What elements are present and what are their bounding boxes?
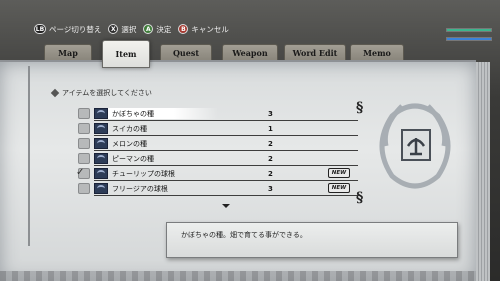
item-slot-icon <box>78 108 90 119</box>
page-bottom-border <box>0 271 476 281</box>
book-emblem-icon <box>379 103 451 189</box>
item-description: かぼちゃの種。畑で育てる事ができる。 <box>181 231 307 239</box>
help-cancel: キャンセル <box>191 24 229 34</box>
help-select: 選択 <box>121 24 137 34</box>
hp-gauge <box>446 28 492 32</box>
item-description-box: かぼちゃの種。畑で育てる事ができる。 <box>166 222 458 258</box>
tab-word-edit[interactable]: Word Edit <box>284 44 346 60</box>
instruction-text: アイテムを選択してください <box>62 89 152 97</box>
tab-memo[interactable]: Memo <box>350 44 404 60</box>
item-name: メロンの種 <box>112 139 147 148</box>
controller-help-bar: LB ページ切り替え X 選択 A 決定 B キャンセル <box>34 22 229 36</box>
scroll-indicator[interactable]: § § <box>356 100 364 210</box>
item-slot-icon <box>78 153 90 164</box>
a-button-icon: A <box>143 24 154 34</box>
tab-item[interactable]: Item <box>102 40 150 68</box>
scroll-top-icon: § <box>356 100 364 116</box>
item-quantity: 2 <box>268 154 273 163</box>
book-binding <box>0 66 30 246</box>
tab-quest[interactable]: Quest <box>160 44 212 60</box>
b-button-icon: B <box>178 24 189 34</box>
seed-bag-icon <box>94 108 108 119</box>
scroll-down-arrow-icon[interactable] <box>222 204 230 208</box>
item-row[interactable]: かぼちゃの種 3 <box>78 106 358 121</box>
menu-tabs: Map Quest Weapon Word Edit Memo Item <box>44 40 404 68</box>
check-icon: ✓ <box>76 167 85 178</box>
item-name: フリージアの球根 <box>112 184 168 193</box>
new-badge: NEW <box>328 183 350 193</box>
seed-bag-icon <box>94 138 108 149</box>
item-row[interactable]: ピーマンの種 2 <box>78 151 358 166</box>
x-button-icon: X <box>108 24 119 34</box>
item-name: スイカの種 <box>112 124 147 133</box>
sp-gauge <box>446 37 492 41</box>
item-slot-icon <box>78 138 90 149</box>
hp-gauge-fill <box>447 29 491 31</box>
scroll-bottom-icon: § <box>356 190 364 206</box>
item-name: チューリップの球根 <box>112 169 175 178</box>
row-divider <box>94 195 358 196</box>
help-page-switch: ページ切り替え <box>49 24 102 34</box>
item-quantity: 2 <box>268 169 273 178</box>
item-quantity: 1 <box>268 124 273 133</box>
bulb-bag-icon <box>94 168 108 179</box>
tab-weapon[interactable]: Weapon <box>222 44 278 60</box>
item-quantity: 2 <box>268 139 273 148</box>
seed-bag-icon <box>94 153 108 164</box>
item-row[interactable]: スイカの種 1 <box>78 121 358 136</box>
item-name: かぼちゃの種 <box>112 109 154 118</box>
bullet-diamond-icon <box>50 88 60 98</box>
tab-map[interactable]: Map <box>44 44 92 60</box>
item-slot-icon <box>78 183 90 194</box>
item-quantity: 3 <box>268 109 273 118</box>
sp-gauge-fill <box>447 38 491 40</box>
lb-button-icon: LB <box>34 24 46 34</box>
help-confirm: 決定 <box>156 24 172 34</box>
seed-bag-icon <box>94 123 108 134</box>
new-badge: NEW <box>328 168 350 178</box>
item-slot-icon <box>78 123 90 134</box>
bulb-bag-icon <box>94 183 108 194</box>
item-list: かぼちゃの種 3 スイカの種 1 メロンの種 2 ピーマンの種 2 ✓ チューリ… <box>76 106 358 196</box>
item-row[interactable]: フリージアの球根 3 NEW <box>78 181 358 196</box>
instruction: アイテムを選択してください <box>50 88 152 98</box>
item-row[interactable]: ✓ チューリップの球根 2 NEW <box>76 166 358 181</box>
item-name: ピーマンの種 <box>112 154 154 163</box>
item-row[interactable]: メロンの種 2 <box>78 136 358 151</box>
item-quantity: 3 <box>268 184 273 193</box>
